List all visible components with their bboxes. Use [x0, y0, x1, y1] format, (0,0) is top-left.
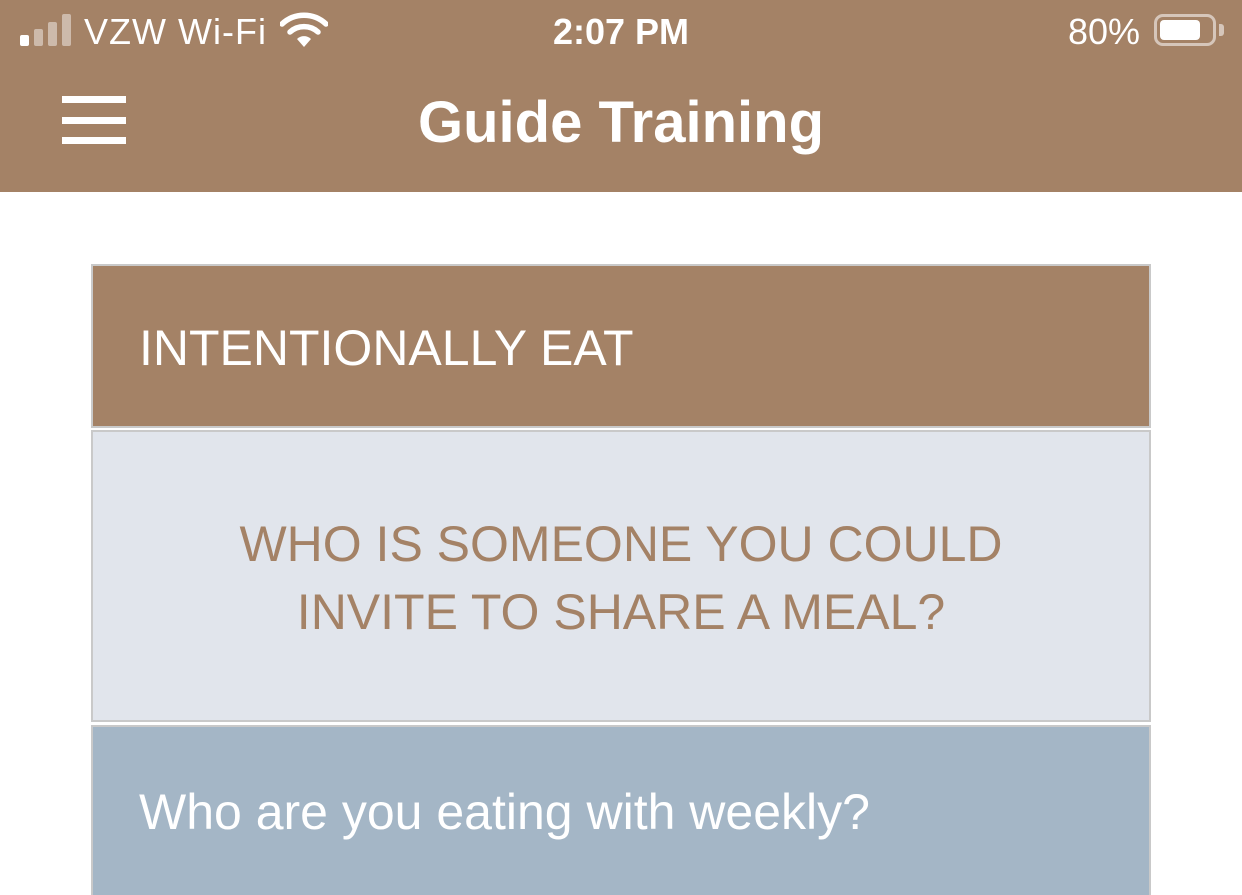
- question-text: WHO IS SOMEONE YOU COULD INVITE TO SHARE…: [93, 510, 1149, 646]
- section-title: INTENTIONALLY EAT: [139, 320, 634, 376]
- app-header: VZW Wi-Fi 2:07 PM 80% Guide Training: [0, 0, 1242, 192]
- prompt-text: Who are you eating with weekly?: [139, 784, 870, 840]
- prompt-card[interactable]: Who are you eating with weekly?: [91, 725, 1151, 895]
- battery-level-fill: [1160, 20, 1200, 40]
- question-line-2: INVITE TO SHARE A MEAL?: [296, 584, 946, 640]
- status-bar: VZW Wi-Fi 2:07 PM 80%: [0, 0, 1242, 64]
- battery-nub: [1219, 24, 1224, 36]
- question-line-1: WHO IS SOMEONE YOU COULD: [239, 516, 1003, 572]
- question-card: WHO IS SOMEONE YOU COULD INVITE TO SHARE…: [91, 430, 1151, 722]
- battery-icon: [1154, 14, 1216, 46]
- battery-percentage: 80%: [1068, 11, 1141, 52]
- page-title: Guide Training: [417, 90, 825, 155]
- section-header: INTENTIONALLY EAT: [91, 264, 1151, 428]
- clock-time: 2:07 PM: [552, 11, 690, 52]
